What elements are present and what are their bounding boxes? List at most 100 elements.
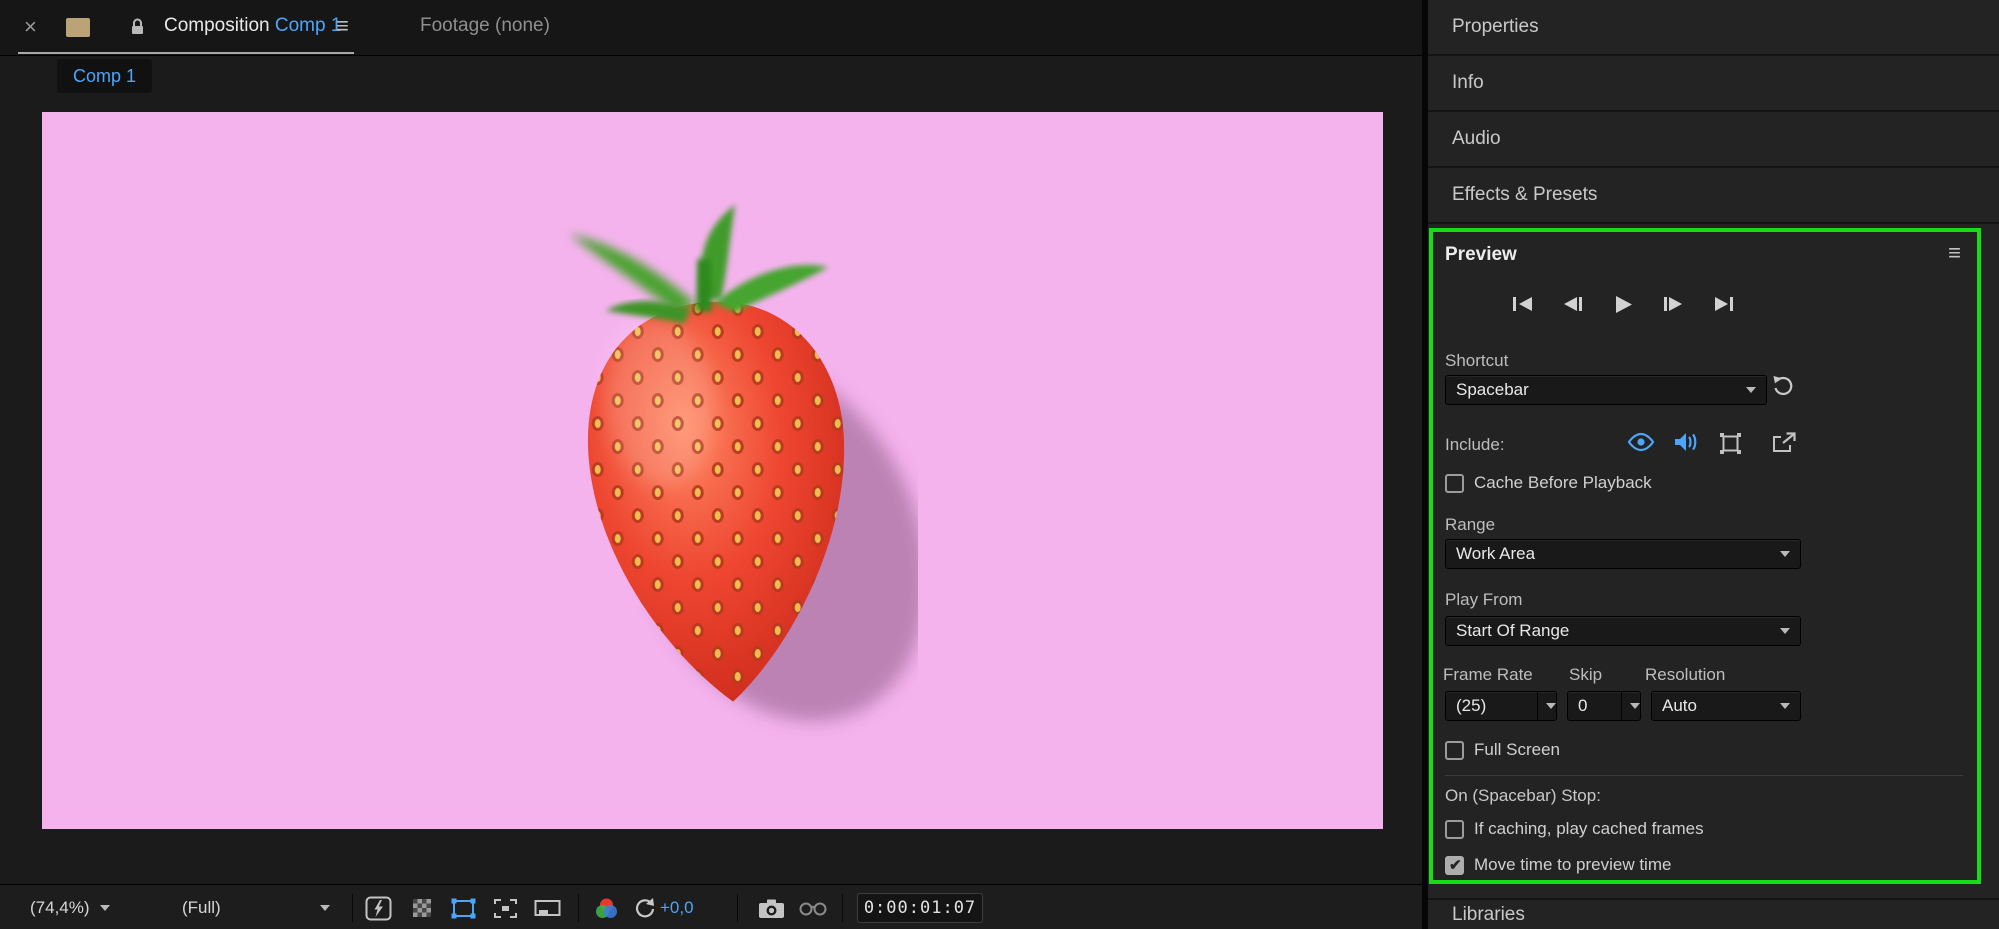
preview-panel: Preview ≡ Shortcut Spacebar Include: Cac… [1429,228,1981,884]
viewer-toolbar: (74,4%) (Full) +0,0 0:00:01:07 [0,884,1422,929]
show-channel-button[interactable] [588,893,624,923]
chevron-down-icon [1546,703,1556,709]
comp-navigator-button[interactable]: Comp 1 [57,59,153,93]
go-to-end-icon [1715,297,1733,311]
full-screen-label: Full Screen [1474,740,1560,759]
go-to-start-button[interactable] [1506,290,1540,318]
skip-value: 0 [1578,696,1588,715]
panel-header-libraries[interactable]: Libraries [1428,898,1999,929]
frame-rate-dropdown[interactable]: (25) [1445,691,1557,721]
region-of-interest-button[interactable] [487,893,523,923]
go-to-end-button[interactable] [1706,290,1740,318]
chevron-down-icon [1780,551,1790,557]
lock-icon[interactable] [130,18,145,41]
strawberry-image [568,204,918,722]
play-from-label: Play From [1445,590,1523,609]
timecode-value: 0:00:01:07 [863,898,977,918]
preview-panel-title: Preview [1445,244,1517,265]
chevron-down-icon [99,905,110,911]
cache-before-playback-row: Cache Before Playback [1445,473,1652,493]
show-snapshot-button[interactable] [795,893,831,923]
panel-menu-icon[interactable]: ≡ [336,13,349,39]
composition-canvas[interactable] [42,112,1383,829]
shortcut-dropdown[interactable]: Spacebar [1445,375,1767,405]
transparency-grid-button[interactable] [404,893,440,923]
chevron-segment [1537,692,1556,720]
primary-viewer-toggle[interactable] [1771,432,1797,459]
resolution-value: (Full) [182,898,221,917]
panel-header-label: Effects & Presets [1452,184,1598,205]
draft-3d-button[interactable] [360,893,396,923]
resolution-dropdown[interactable]: (Full) [176,893,336,923]
include-label: Include: [1445,435,1505,454]
region-of-interest-icon [493,898,517,918]
composition-viewer-pane: × Composition Comp 1 ≡ Footage (none) Co… [0,0,1422,929]
eye-icon [1627,432,1655,452]
range-dropdown[interactable]: Work Area [1445,539,1801,569]
panel-header-properties[interactable]: Properties [1428,0,1999,56]
range-label: Range [1445,515,1496,534]
go-to-start-icon [1513,297,1532,311]
panel-header-label: Libraries [1452,903,1525,925]
composition-panel-icon [66,18,90,37]
active-tab-underline [18,52,354,54]
snapshot-button[interactable] [753,893,789,923]
preview-resolution-dropdown[interactable]: Auto [1651,691,1801,721]
after-effects-window: × Composition Comp 1 ≡ Footage (none) Co… [0,0,1999,929]
chevron-down-icon [1746,387,1756,393]
full-screen-checkbox[interactable] [1445,740,1464,760]
glasses-icon [799,902,827,916]
frame-rate-value: (25) [1456,696,1487,715]
exposure-value[interactable]: +0,0 [660,898,694,918]
reset-icon [1773,376,1793,396]
if-caching-row: If caching, play cached frames [1445,819,1704,839]
skip-label: Skip [1569,665,1603,684]
panel-header-info[interactable]: Info [1428,56,1999,112]
on-stop-label: On (Spacebar) Stop: [1445,786,1601,805]
reset-shortcut-button[interactable] [1771,374,1795,403]
toolbar-separator [842,894,843,922]
previous-frame-button[interactable] [1556,290,1590,318]
panel-header-effects-presets[interactable]: Effects & Presets [1428,168,1999,224]
skip-dropdown[interactable]: 0 [1567,691,1641,721]
cache-before-playback-label: Cache Before Playback [1474,473,1652,492]
close-panel-icon[interactable]: × [24,14,37,40]
preview-menu-icon[interactable]: ≡ [1948,240,1961,266]
reset-exposure-button[interactable] [626,893,662,923]
tab-footage[interactable]: Footage (none) [420,15,550,37]
panel-header-label: Properties [1452,16,1539,37]
include-video-toggle[interactable] [1627,432,1655,457]
include-overlays-toggle[interactable] [1719,432,1742,460]
range-value: Work Area [1456,544,1536,563]
right-panel-stack: Properties Info Audio Effects & Presets … [1428,0,1999,929]
frame-rate-label: Frame Rate [1443,665,1533,684]
transport-controls [1445,290,1801,318]
show-channel-icon [595,898,617,918]
draft-3d-icon [365,896,391,920]
comp-navigator-label: Comp 1 [73,65,137,86]
view-layout-icon [534,899,560,916]
magnification-dropdown[interactable]: (74,4%) [24,893,116,923]
chevron-down-icon [1630,703,1640,709]
viewer-tab-bar: × Composition Comp 1 ≡ Footage (none) [0,0,1422,56]
preview-resolution-value: Auto [1662,696,1697,715]
composition-tab-comp-name: Comp 1 [274,15,342,36]
transparency-grid-icon [413,899,431,917]
resolution-label: Resolution [1645,665,1726,684]
include-audio-toggle[interactable] [1673,431,1699,458]
composition-tab-title: Composition [164,15,270,36]
if-caching-checkbox[interactable] [1445,819,1464,839]
cache-before-playback-checkbox[interactable] [1445,473,1464,493]
move-time-checkbox[interactable] [1445,855,1464,875]
play-button[interactable] [1606,290,1640,318]
play-from-dropdown[interactable]: Start Of Range [1445,616,1801,646]
next-frame-button[interactable] [1656,290,1690,318]
tab-composition[interactable]: Composition Comp 1 [164,15,341,37]
play-from-value: Start Of Range [1456,621,1570,640]
view-layout-button[interactable] [529,893,565,923]
toolbar-separator [578,894,579,922]
current-time-display[interactable]: 0:00:01:07 [857,893,983,923]
move-time-label: Move time to preview time [1474,855,1672,874]
mask-visibility-button[interactable] [445,893,481,923]
panel-header-audio[interactable]: Audio [1428,112,1999,168]
